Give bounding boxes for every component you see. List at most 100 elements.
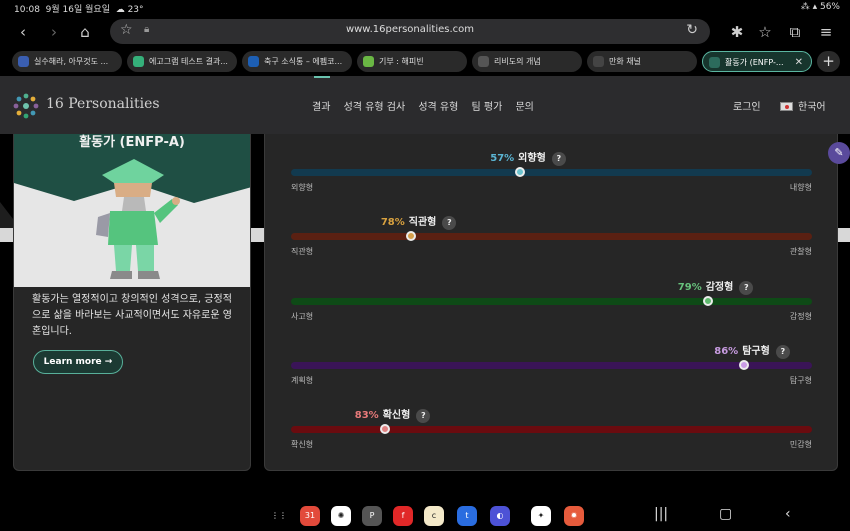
status-right: ⁂ ▴ 56% <box>801 2 840 12</box>
tabs-icon[interactable]: ⧉ <box>783 20 807 44</box>
character-illustration <box>96 159 180 279</box>
clock: 10:08 <box>14 5 40 15</box>
learn-more-button[interactable]: Learn more → <box>33 350 123 374</box>
tab-label: 실수해라, 아무것도 ... <box>34 57 109 66</box>
tab-0[interactable]: 실수해라, 아무것도 ... <box>12 51 122 72</box>
trait-left-label: 확신형 <box>291 440 314 449</box>
wiki-icon <box>478 56 489 67</box>
bookmarks-icon[interactable]: ☆ <box>753 20 777 44</box>
traits-card: 57% 외향형? 외향형 내향형 78% 직관형? 직관형 관찰형 79% 감정형? 사고형 감정형 8… <box>264 134 838 471</box>
leaf-icon <box>363 56 374 67</box>
tab-label: 리비도의 개념 <box>494 57 541 66</box>
trait-marker <box>405 231 416 241</box>
trait-name: 외향형 <box>518 153 546 164</box>
tab-4[interactable]: 리비도의 개념 <box>472 51 582 72</box>
tab-2[interactable]: 축구 소식통 – 에펨코... <box>242 51 352 72</box>
personality-title: 활동가 (ENFP-A) <box>79 135 185 150</box>
trait-bar <box>291 362 812 369</box>
tving-icon[interactable]: t <box>457 506 477 526</box>
edit-pen-icon[interactable]: ✎ <box>828 142 850 164</box>
nav-results[interactable]: 결과 <box>312 102 330 113</box>
back-icon[interactable]: ‹ <box>11 20 35 44</box>
login-link[interactable]: 로그인 <box>733 98 761 113</box>
trait-percent: 57% <box>490 153 515 164</box>
trait-left-label: 직관형 <box>291 247 314 256</box>
trait-label: 83% 확신형? <box>355 406 431 423</box>
trait-label: 57% 외향형? <box>490 149 566 166</box>
menu-icon[interactable]: ≡ <box>814 20 838 44</box>
trait-left-label: 계획형 <box>291 376 314 385</box>
battery-level: 56% <box>819 2 840 12</box>
tab-label: 활동가 (ENFP-... <box>725 58 784 67</box>
recents-icon[interactable]: ||| <box>654 506 668 522</box>
apps-grid-icon[interactable]: ⋮⋮ <box>269 506 289 526</box>
twitter-icon <box>18 56 29 67</box>
taskbar: ||| ▢ ‹ ⋮⋮ 31 ✺ Pf c t ◐ ✦ ✹ <box>0 500 850 531</box>
forward-icon[interactable]: › <box>42 20 66 44</box>
tab-5[interactable]: 만화 채널 <box>587 51 697 72</box>
calendar-icon[interactable]: 31 <box>300 506 320 526</box>
tab-3[interactable]: 기부 : 해피빈 <box>357 51 467 72</box>
help-icon[interactable]: ? <box>551 152 566 166</box>
address-bar[interactable]: ☆ 🔒︎ www.16personalities.com ↻ <box>110 19 710 44</box>
trait-label: 78% 직관형? <box>381 213 457 230</box>
nav-test[interactable]: 성격 유형 검사 <box>344 102 406 113</box>
trait-percent: 78% <box>380 217 405 228</box>
page-content: 활동가 (ENFP-A) 활동가는 열정적이고 창의적인 성격으로, 긍정적으로… <box>0 134 850 500</box>
trait-bar <box>291 169 812 176</box>
help-icon[interactable]: ? <box>442 216 457 230</box>
bixby-icon[interactable]: ✦ <box>531 506 551 526</box>
trait-bar <box>291 426 812 433</box>
close-tab-icon[interactable]: ✕ <box>795 52 803 71</box>
trait-percent: 86% <box>714 346 739 357</box>
tab-label: 만화 채널 <box>609 57 641 66</box>
flipboard-icon[interactable]: f <box>393 506 413 526</box>
date: 9월 16일 월요일 <box>45 5 110 15</box>
trait-name: 감정형 <box>705 282 734 293</box>
trait-name: 직관형 <box>408 217 437 228</box>
help-icon[interactable]: ? <box>416 409 431 423</box>
home-button-icon[interactable]: ▢ <box>719 506 732 522</box>
fm-icon <box>248 56 259 67</box>
cremo-icon[interactable]: c <box>424 506 444 526</box>
p-app-icon[interactable]: P <box>362 506 382 526</box>
url-text[interactable]: www.16personalities.com <box>110 24 710 35</box>
back-nav-icon[interactable]: ‹ <box>785 506 791 522</box>
status-left: 10:08 9월 16일 월요일 ☁ 23° <box>14 2 144 15</box>
language-label: 한국어 <box>798 102 826 113</box>
trait-left-label: 사고형 <box>291 312 314 321</box>
internet-icon[interactable]: ◐ <box>490 506 510 526</box>
trait-right-label: 탐구형 <box>789 376 812 385</box>
tab-strip: 실수해라, 아무것도 ... 에고그램 테스트 결과... 축구 소식통 – 에펨코… <box>0 48 850 76</box>
sixteen-icon <box>709 57 720 68</box>
tab-6[interactable]: 활동가 (ENFP-... ✕ <box>702 51 812 72</box>
trait-bar <box>291 233 812 240</box>
language-selector[interactable]: 한국어 <box>780 98 826 113</box>
help-icon[interactable]: ? <box>775 345 790 359</box>
signal-icon: ⁂ ▴ <box>800 2 818 12</box>
trait-right-label: 내향형 <box>789 183 812 192</box>
trait-percent: 79% <box>677 282 702 293</box>
trait-label: 79% 감정형? <box>678 278 754 295</box>
korea-flag-icon <box>780 102 793 111</box>
sun-app-icon[interactable]: ✹ <box>564 506 584 526</box>
home-icon[interactable]: ⌂ <box>73 20 97 44</box>
trait-right-label: 민감형 <box>789 440 812 449</box>
tab-label: 기부 : 해피빈 <box>379 57 424 66</box>
trait-name: 탐구형 <box>742 346 770 357</box>
help-icon[interactable]: ? <box>739 281 754 295</box>
new-tab-icon[interactable]: + <box>817 51 840 72</box>
nav-team[interactable]: 팀 평가 <box>472 102 503 113</box>
trait-row: 83% 확신형? 확신형 민감형 <box>291 406 812 456</box>
reload-icon[interactable]: ↻ <box>686 22 698 38</box>
logo-icon[interactable] <box>12 92 40 120</box>
personality-description: 활동가는 열정적이고 창의적인 성격으로, 긍정적으로 삶을 바라보는 사교적이… <box>32 294 232 337</box>
chatgpt-icon[interactable]: ✺ <box>331 506 351 526</box>
status-bar: 10:08 9월 16일 월요일 ☁ 23° ⁂ ▴ 56% <box>0 0 850 16</box>
logo-text[interactable]: 16 Personalities <box>46 96 160 112</box>
nav-types[interactable]: 성격 유형 <box>418 102 458 113</box>
nav-contact[interactable]: 문의 <box>515 102 533 113</box>
tab-1[interactable]: 에고그램 테스트 결과... <box>127 51 237 72</box>
trait-marker <box>379 424 390 434</box>
extensions-icon[interactable]: ✱ <box>725 20 749 44</box>
